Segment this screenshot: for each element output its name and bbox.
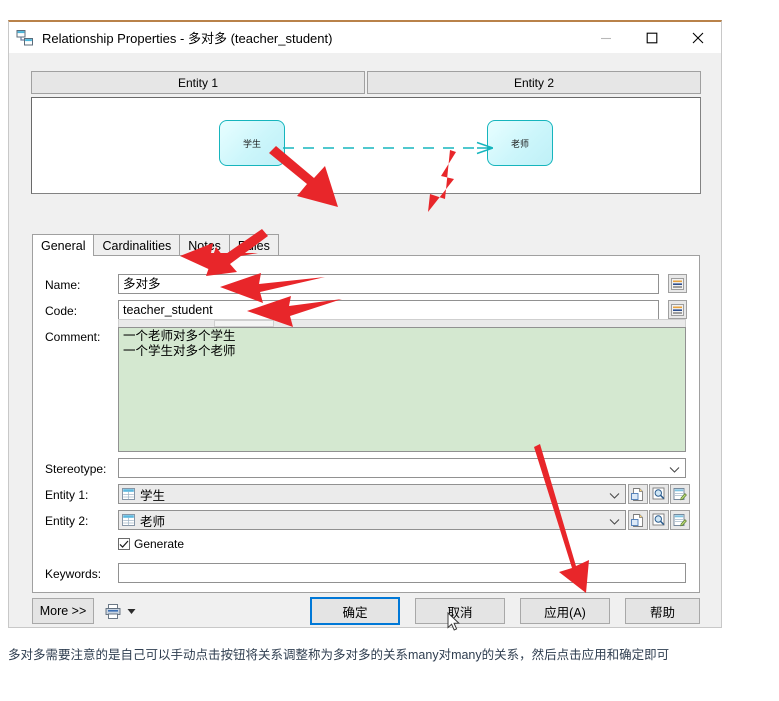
stereotype-label: Stereotype: (45, 462, 107, 476)
window-title: Relationship Properties - 多对多 (teacher_s… (42, 31, 333, 46)
generate-label: Generate (134, 537, 185, 551)
entity1-create-button[interactable] (628, 484, 648, 504)
table-icon (122, 514, 135, 526)
entity2-value: 老师 (140, 514, 166, 529)
entity1-header: Entity 1 (31, 71, 365, 94)
caption-text: 多对多需要注意的是自己可以手动点击按钮将关系调整称为多对多的关系many对man… (8, 648, 670, 662)
chevron-down-icon (669, 463, 680, 477)
mouse-cursor (447, 612, 461, 631)
code-label: Code: (45, 304, 78, 318)
minimize-button[interactable] (583, 22, 629, 53)
maximize-button[interactable] (629, 22, 675, 53)
generate-checkbox[interactable] (118, 538, 130, 550)
code-equalize-button[interactable] (668, 300, 687, 319)
entity2-box[interactable]: 老师 (487, 120, 553, 166)
keywords-label: Keywords: (45, 567, 102, 581)
entity1-browse-button[interactable] (649, 484, 669, 504)
comment-textarea[interactable]: 一个老师对多个学生 一个学生对多个老师 (118, 327, 686, 452)
keywords-input[interactable] (118, 563, 686, 583)
entity2-header: Entity 2 (367, 71, 701, 94)
entity2-label: Entity 2: (45, 514, 89, 528)
table-icon (122, 488, 135, 500)
name-input[interactable]: 多对多 (118, 274, 659, 294)
apply-button[interactable]: 应用(A) (520, 598, 610, 624)
tab-notes[interactable]: Notes (179, 234, 230, 256)
entity2-create-button[interactable] (628, 510, 648, 530)
chevron-down-icon (609, 489, 620, 503)
generate-checkbox-row[interactable]: Generate (118, 537, 184, 551)
entity1-box[interactable]: 学生 (219, 120, 285, 166)
general-tab-panel: Name: 多对多 Code: teacher_student Comment:… (32, 255, 700, 593)
print-dropdown-arrow[interactable] (127, 602, 136, 620)
entity2-combobox[interactable]: 老师 (118, 510, 626, 530)
screenshot-root: Relationship Properties - 多对多 (teacher_s… (0, 0, 779, 701)
entity1-value: 学生 (140, 488, 166, 503)
print-button[interactable] (105, 599, 139, 623)
relationship-preview: Entity 1 Entity 2 学生 老师 (31, 71, 701, 211)
comment-label: Comment: (45, 330, 101, 344)
tab-cardinalities[interactable]: Cardinalities (93, 234, 181, 256)
tab-rules[interactable]: Rules (228, 234, 279, 256)
relationship-link (283, 141, 493, 155)
entity2-properties-button[interactable] (670, 510, 690, 530)
tab-general[interactable]: General (32, 234, 95, 256)
stereotype-combobox[interactable] (118, 458, 686, 478)
relationship-properties-window: Relationship Properties - 多对多 (teacher_s… (8, 20, 722, 628)
tab-strip: General Cardinalities Notes Rules (32, 234, 700, 256)
entity1-combobox[interactable]: 学生 (118, 484, 626, 504)
comment-hscrollbar-thumb[interactable] (214, 320, 274, 327)
entity2-browse-button[interactable] (649, 510, 669, 530)
dialog-footer: More >> 确定 取消 应用(A) 帮助 (9, 594, 721, 628)
entity1-properties-button[interactable] (670, 484, 690, 504)
code-input[interactable]: teacher_student (118, 300, 659, 320)
window-titlebar: Relationship Properties - 多对多 (teacher_s… (9, 22, 721, 53)
help-button[interactable]: 帮助 (625, 598, 700, 624)
entity1-label: Entity 1: (45, 488, 89, 502)
more-button[interactable]: More >> (32, 598, 94, 624)
name-equalize-button[interactable] (668, 274, 687, 293)
preview-canvas: 学生 老师 (31, 97, 701, 194)
entity1-box-label: 学生 (242, 138, 261, 149)
name-label: Name: (45, 278, 81, 292)
chevron-down-icon (609, 515, 620, 529)
entity-header-row: Entity 1 Entity 2 (31, 71, 701, 94)
ok-button[interactable]: 确定 (310, 597, 400, 625)
relationship-icon (16, 29, 34, 47)
window-controls (583, 22, 721, 53)
entity2-box-label: 老师 (510, 138, 529, 149)
close-button[interactable] (675, 22, 721, 53)
